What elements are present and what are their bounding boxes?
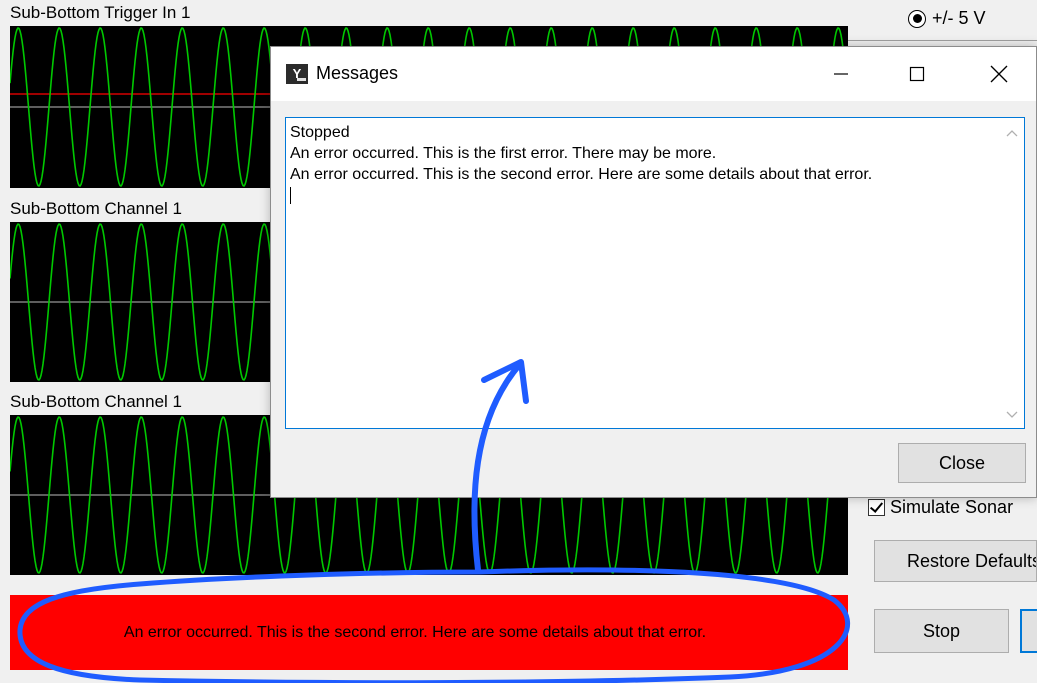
messages-textbox[interactable]: Stopped An error occurred. This is the f… [285,117,1025,429]
message-line: An error occurred. This is the second er… [290,166,873,183]
simulate-sonar-checkbox[interactable]: Simulate Sonar [868,496,1037,518]
message-line: Stopped [290,124,350,141]
maximize-icon [909,66,925,82]
minimize-icon [834,73,848,75]
simulate-sonar-label: Simulate Sonar [890,496,1014,517]
dialog-titlebar[interactable]: Y Messages [271,47,1036,101]
voltage-radio-label: +/- 5 V [932,8,986,28]
text-caret [290,187,291,204]
stop-button[interactable]: Stop [874,609,1009,653]
close-button[interactable]: Close [898,443,1026,483]
scroll-up-icon[interactable] [1006,128,1018,140]
maximize-button[interactable] [887,47,947,101]
error-status-text: An error occurred. This is the second er… [123,623,707,641]
dialog-title: Messages [316,63,399,83]
scroll-down-icon[interactable] [1006,408,1018,420]
voltage-radio-option[interactable]: +/- 5 V [908,8,986,29]
divider [848,40,1037,41]
checkbox-checked-icon[interactable] [868,498,885,516]
close-button-label: Close [938,452,986,473]
stop-button-label: Stop [922,620,961,641]
channel-label-trigger: Sub-Bottom Trigger In 1 [10,4,848,26]
messages-list: Stopped An error occurred. This is the f… [290,122,872,204]
restore-defaults-label: Restore Defaults [907,550,1037,571]
close-icon [990,65,1008,83]
error-status-bar: An error occurred. This is the second er… [10,595,848,670]
close-window-button[interactable] [969,47,1029,101]
next-button-partial[interactable] [1020,609,1037,653]
app-icon: Y [286,64,308,84]
minimize-button[interactable] [811,47,871,101]
restore-defaults-button[interactable]: Restore Defaults [874,540,1037,582]
radio-selected-icon[interactable] [908,9,926,28]
messages-dialog: Y Messages Stopped An error occurred. Th… [270,46,1037,498]
message-line: An error occurred. This is the first err… [290,145,717,162]
